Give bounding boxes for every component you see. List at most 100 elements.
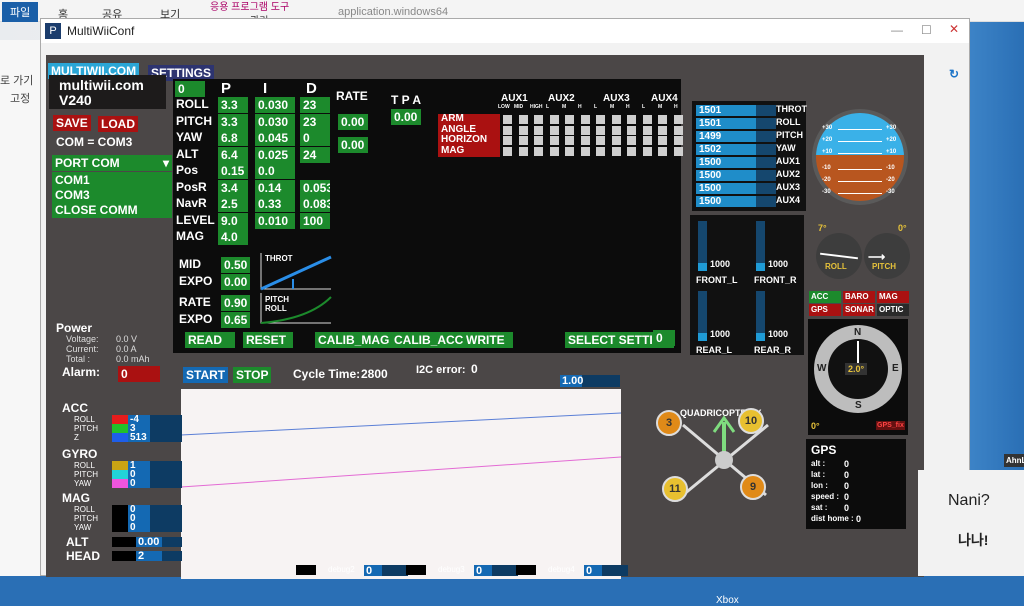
aux-checkbox[interactable] bbox=[503, 146, 512, 156]
refresh-icon[interactable]: ↻ bbox=[949, 67, 959, 81]
close-button[interactable]: ✕ bbox=[949, 22, 959, 36]
port-com-dropdown[interactable]: PORT COM ▾ bbox=[52, 155, 172, 171]
aux-checkbox[interactable] bbox=[642, 125, 652, 135]
pid-d-input[interactable]: 24 bbox=[300, 146, 330, 163]
pid-i-input[interactable]: 0.33 bbox=[255, 196, 295, 212]
stop-button[interactable]: STOP bbox=[233, 367, 272, 383]
aux-checkbox[interactable] bbox=[642, 146, 652, 156]
port-item-com3[interactable]: COM3 bbox=[52, 187, 172, 203]
aux-checkbox[interactable] bbox=[611, 136, 621, 145]
pid-p-input[interactable]: 2.5 bbox=[218, 196, 248, 212]
graph-scale[interactable]: 1.00 bbox=[560, 375, 620, 387]
aux-checkbox[interactable] bbox=[503, 115, 512, 124]
aux-checkbox[interactable] bbox=[658, 146, 667, 156]
acc-color-swatch[interactable] bbox=[112, 424, 128, 433]
aux-checkbox[interactable] bbox=[627, 115, 636, 124]
aux-checkbox[interactable] bbox=[611, 146, 621, 156]
mag-color-swatch[interactable] bbox=[112, 514, 128, 523]
port-item-close-comm[interactable]: CLOSE COMM bbox=[52, 202, 172, 218]
aux-checkbox[interactable] bbox=[518, 146, 528, 156]
aux-checkbox[interactable] bbox=[549, 115, 559, 124]
pid-i-input[interactable]: 0.025 bbox=[255, 146, 295, 163]
pid-i-input[interactable]: 0.0 bbox=[255, 163, 295, 179]
aux-checkbox[interactable] bbox=[580, 146, 590, 156]
pid-p-input[interactable]: 4.0 bbox=[218, 229, 248, 245]
aux-checkbox[interactable] bbox=[596, 146, 605, 156]
aux-checkbox[interactable] bbox=[658, 136, 667, 145]
minimize-button[interactable]: — bbox=[891, 23, 903, 37]
pid-p-input[interactable]: 3.3 bbox=[218, 97, 248, 113]
aux-checkbox[interactable] bbox=[565, 136, 574, 145]
pid-i-input[interactable]: 0.045 bbox=[255, 130, 295, 146]
maximize-button[interactable]: ☐ bbox=[921, 23, 932, 37]
tpa-input[interactable]: 0.00 bbox=[391, 109, 421, 125]
select-setting-value[interactable]: 0 bbox=[653, 330, 675, 346]
aux-checkbox[interactable] bbox=[580, 136, 590, 145]
mag-color-swatch[interactable] bbox=[112, 505, 128, 514]
aux-checkbox[interactable] bbox=[565, 115, 574, 124]
aux-checkbox[interactable] bbox=[580, 125, 590, 135]
write-button[interactable]: WRITE bbox=[463, 332, 513, 348]
aux-checkbox[interactable] bbox=[596, 115, 605, 124]
port-item-com1[interactable]: COM1 bbox=[52, 172, 172, 188]
calib-acc-button[interactable]: CALIB_ACC bbox=[391, 332, 467, 348]
pid-d-input[interactable]: 23 bbox=[300, 113, 330, 130]
rate-input[interactable]: 0.90 bbox=[221, 295, 251, 311]
save-button[interactable]: SAVE bbox=[53, 115, 91, 131]
aux-checkbox[interactable] bbox=[565, 125, 574, 135]
pid-i-input[interactable]: 0.14 bbox=[255, 179, 295, 196]
aux-checkbox[interactable] bbox=[549, 136, 559, 145]
gyro-color-swatch[interactable] bbox=[112, 461, 128, 470]
expo-input[interactable]: 0.00 bbox=[221, 274, 251, 290]
aux-checkbox[interactable] bbox=[503, 136, 512, 145]
pid-d-input[interactable]: 23 bbox=[300, 97, 330, 113]
aux-checkbox[interactable] bbox=[611, 125, 621, 135]
pid-d-input[interactable]: 0 bbox=[300, 130, 330, 146]
read-button[interactable]: READ bbox=[185, 332, 235, 348]
pid-d-input[interactable]: 0.053 bbox=[300, 179, 330, 196]
aux-checkbox[interactable] bbox=[673, 115, 683, 124]
pid-i-input[interactable]: 0.030 bbox=[255, 113, 295, 130]
aux-checkbox[interactable] bbox=[627, 136, 636, 145]
aux-checkbox[interactable] bbox=[518, 136, 528, 145]
aux-checkbox[interactable] bbox=[627, 125, 636, 135]
pid-p-input[interactable]: 3.3 bbox=[218, 113, 248, 130]
aux-checkbox[interactable] bbox=[534, 115, 543, 124]
aux-checkbox[interactable] bbox=[518, 115, 528, 124]
mag-color-swatch[interactable] bbox=[112, 523, 128, 532]
aux-checkbox[interactable] bbox=[534, 136, 543, 145]
gyro-color-swatch[interactable] bbox=[112, 479, 128, 488]
aux-checkbox[interactable] bbox=[549, 146, 559, 156]
aux-checkbox[interactable] bbox=[627, 146, 636, 156]
aux-checkbox[interactable] bbox=[580, 115, 590, 124]
aux-checkbox[interactable] bbox=[503, 125, 512, 135]
aux-checkbox[interactable] bbox=[596, 125, 605, 135]
aux-checkbox[interactable] bbox=[673, 125, 683, 135]
aux-checkbox[interactable] bbox=[673, 136, 683, 145]
rate-rollpitch-input[interactable]: 0.00 bbox=[338, 114, 368, 130]
aux-checkbox[interactable] bbox=[658, 115, 667, 124]
aux-checkbox[interactable] bbox=[518, 125, 528, 135]
aux-checkbox[interactable] bbox=[534, 125, 543, 135]
pid-p-input[interactable]: 0.15 bbox=[218, 163, 248, 179]
pid-i-input[interactable]: 0.030 bbox=[255, 97, 295, 113]
reset-button[interactable]: RESET bbox=[243, 332, 293, 348]
gyro-color-swatch[interactable] bbox=[112, 470, 128, 479]
pid-i-input[interactable]: 0.010 bbox=[255, 212, 295, 229]
pid-p-input[interactable]: 3.4 bbox=[218, 179, 248, 196]
mid-input[interactable]: 0.50 bbox=[221, 257, 251, 273]
title-bar[interactable]: P MultiWiiConf — ☐ ✕ bbox=[41, 19, 969, 43]
pid-d-input[interactable]: 0.083 bbox=[300, 196, 330, 212]
expo2-input[interactable]: 0.65 bbox=[221, 312, 251, 328]
alarm-value[interactable]: 0 bbox=[118, 366, 160, 382]
aux-checkbox[interactable] bbox=[596, 136, 605, 145]
setting-index[interactable]: 0 bbox=[175, 81, 205, 97]
rate-yaw-input[interactable]: 0.00 bbox=[338, 137, 368, 153]
acc-color-swatch[interactable] bbox=[112, 415, 128, 424]
start-button[interactable]: START bbox=[183, 367, 229, 383]
aux-checkbox[interactable] bbox=[611, 115, 621, 124]
aux-checkbox[interactable] bbox=[565, 146, 574, 156]
xbox-taskbar-label[interactable]: Xbox bbox=[716, 595, 739, 606]
aux-checkbox[interactable] bbox=[549, 125, 559, 135]
calib-mag-button[interactable]: CALIB_MAG bbox=[315, 332, 393, 348]
